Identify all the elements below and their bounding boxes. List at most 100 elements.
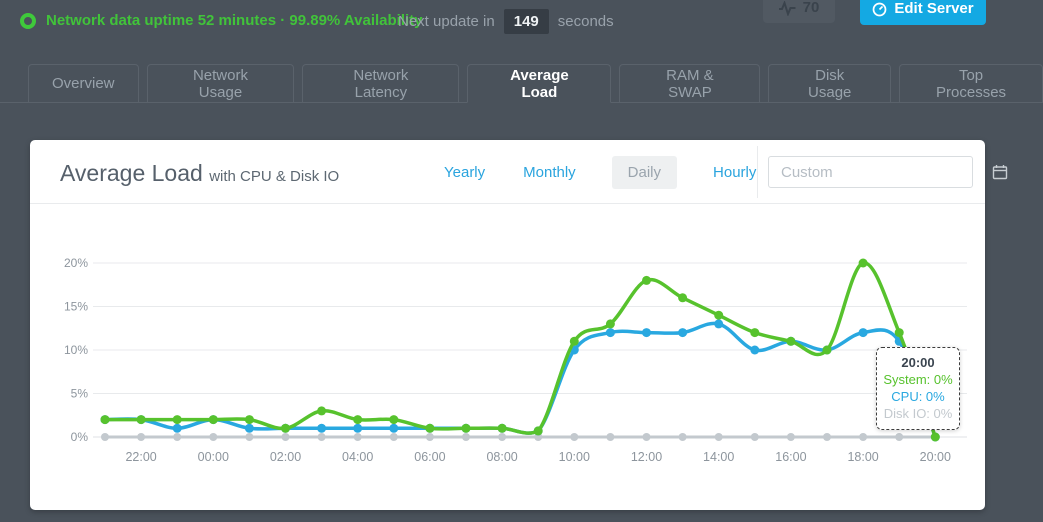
x-axis-label: 00:00 <box>198 450 229 464</box>
data-point-disk-io[interactable] <box>462 433 470 441</box>
data-point-disk-io[interactable] <box>859 433 867 441</box>
y-axis-label: 5% <box>71 387 89 401</box>
y-axis-label: 0% <box>71 430 89 444</box>
data-point-system[interactable] <box>606 319 615 328</box>
period-hourly[interactable]: Hourly <box>711 156 758 189</box>
period-daily[interactable]: Daily <box>612 156 677 189</box>
data-point-disk-io[interactable] <box>245 433 253 441</box>
data-point-cpu[interactable] <box>245 424 254 433</box>
data-point-disk-io[interactable] <box>570 433 578 441</box>
data-point-system[interactable] <box>750 328 759 337</box>
data-point-system[interactable] <box>173 415 182 424</box>
data-point-disk-io[interactable] <box>318 433 326 441</box>
tooltip-row-system: System: 0% <box>879 371 957 388</box>
calendar-icon[interactable] <box>992 164 1008 180</box>
period-selector: Yearly Monthly Daily Hourly <box>442 140 758 204</box>
data-point-disk-io[interactable] <box>643 433 651 441</box>
next-update: Next update in 149 seconds <box>398 9 614 34</box>
data-point-disk-io[interactable] <box>173 433 181 441</box>
data-point-system[interactable] <box>678 293 687 302</box>
data-point-disk-io[interactable] <box>101 433 109 441</box>
data-point-disk-io[interactable] <box>715 433 723 441</box>
gauge-icon <box>872 2 887 17</box>
data-point-cpu[interactable] <box>173 424 182 433</box>
data-point-cpu[interactable] <box>606 328 615 337</box>
custom-date-input[interactable] <box>769 164 992 181</box>
tab-overview[interactable]: Overview <box>28 64 139 103</box>
data-point-system[interactable] <box>823 346 832 355</box>
data-point-cpu[interactable] <box>353 424 362 433</box>
tooltip-time: 20:00 <box>879 354 957 371</box>
tab-ram-swap[interactable]: RAM & SWAP <box>619 64 760 103</box>
data-point-cpu[interactable] <box>859 328 868 337</box>
data-point-disk-io[interactable] <box>390 433 398 441</box>
data-point-system[interactable] <box>389 415 398 424</box>
data-point-disk-io[interactable] <box>895 433 903 441</box>
data-point-system[interactable] <box>353 415 362 424</box>
data-point-system[interactable] <box>281 424 290 433</box>
tab-network-usage[interactable]: Network Usage <box>147 64 295 103</box>
uptime-status: Network data uptime 52 minutes · 99.89% … <box>20 12 423 29</box>
period-yearly[interactable]: Yearly <box>442 156 487 189</box>
data-point-disk-io[interactable] <box>606 433 614 441</box>
data-point-disk-io[interactable] <box>354 433 362 441</box>
data-point-system[interactable] <box>786 337 795 346</box>
data-point-system[interactable] <box>714 311 723 320</box>
data-point-system[interactable] <box>534 426 543 435</box>
card-title: Average Load with CPU & Disk IO <box>60 160 339 187</box>
data-point-system[interactable] <box>209 415 218 424</box>
data-point-disk-io[interactable] <box>751 433 759 441</box>
data-point-system[interactable] <box>425 424 434 433</box>
y-axis-label: 20% <box>64 256 88 270</box>
data-point-system[interactable] <box>642 276 651 285</box>
y-axis-label: 10% <box>64 343 88 357</box>
data-point-cpu[interactable] <box>714 319 723 328</box>
data-point-system[interactable] <box>498 424 507 433</box>
data-point-cpu[interactable] <box>678 328 687 337</box>
data-point-system[interactable] <box>859 259 868 268</box>
data-point-disk-io[interactable] <box>426 433 434 441</box>
data-point-disk-io[interactable] <box>209 433 217 441</box>
average-load-chart: 0%5%10%15%20%22:0000:0002:0004:0006:0008… <box>30 204 985 509</box>
health-score-button[interactable]: 70 <box>763 0 835 23</box>
header-divider <box>757 146 758 198</box>
data-point-system[interactable] <box>101 415 110 424</box>
average-load-card: Average Load with CPU & Disk IO Yearly Mo… <box>30 140 985 510</box>
uptime-status-text: Network data uptime 52 minutes · 99.89% … <box>46 12 423 29</box>
x-axis-label: 16:00 <box>775 450 806 464</box>
data-point-disk-io[interactable] <box>498 433 506 441</box>
countdown-value: 149 <box>504 9 549 34</box>
data-point-system[interactable] <box>931 433 940 442</box>
data-point-disk-io[interactable] <box>787 433 795 441</box>
period-monthly[interactable]: Monthly <box>521 156 578 189</box>
data-point-system[interactable] <box>317 406 326 415</box>
data-point-cpu[interactable] <box>642 328 651 337</box>
data-point-disk-io[interactable] <box>282 433 290 441</box>
health-score-value: 70 <box>803 0 820 16</box>
data-point-system[interactable] <box>895 328 904 337</box>
card-title-text: Average Load <box>60 160 203 186</box>
chart: 0%5%10%15%20%22:0000:0002:0004:0006:0008… <box>30 204 985 509</box>
data-point-system[interactable] <box>137 415 146 424</box>
chart-tooltip: 20:00 System: 0%CPU: 0%Disk IO: 0% <box>876 347 960 430</box>
data-point-cpu[interactable] <box>750 346 759 355</box>
edit-server-button[interactable]: Edit Server <box>860 0 986 25</box>
data-point-cpu[interactable] <box>389 424 398 433</box>
data-point-system[interactable] <box>245 415 254 424</box>
tab-average-load[interactable]: Average Load <box>467 64 611 103</box>
data-point-disk-io[interactable] <box>823 433 831 441</box>
data-point-disk-io[interactable] <box>137 433 145 441</box>
data-point-cpu[interactable] <box>317 424 326 433</box>
data-point-system[interactable] <box>570 337 579 346</box>
tab-network-latency[interactable]: Network Latency <box>302 64 459 103</box>
tab-disk-usage[interactable]: Disk Usage <box>768 64 891 103</box>
topbar: Network data uptime 52 minutes · 99.89% … <box>0 0 1043 46</box>
custom-date-field <box>768 156 973 188</box>
tab-top-processes[interactable]: Top Processes <box>899 64 1043 103</box>
data-point-disk-io[interactable] <box>679 433 687 441</box>
data-point-system[interactable] <box>462 424 471 433</box>
x-axis-label: 10:00 <box>559 450 590 464</box>
pulse-icon <box>779 1 796 16</box>
x-axis-label: 06:00 <box>414 450 445 464</box>
next-update-suffix: seconds <box>558 13 614 30</box>
